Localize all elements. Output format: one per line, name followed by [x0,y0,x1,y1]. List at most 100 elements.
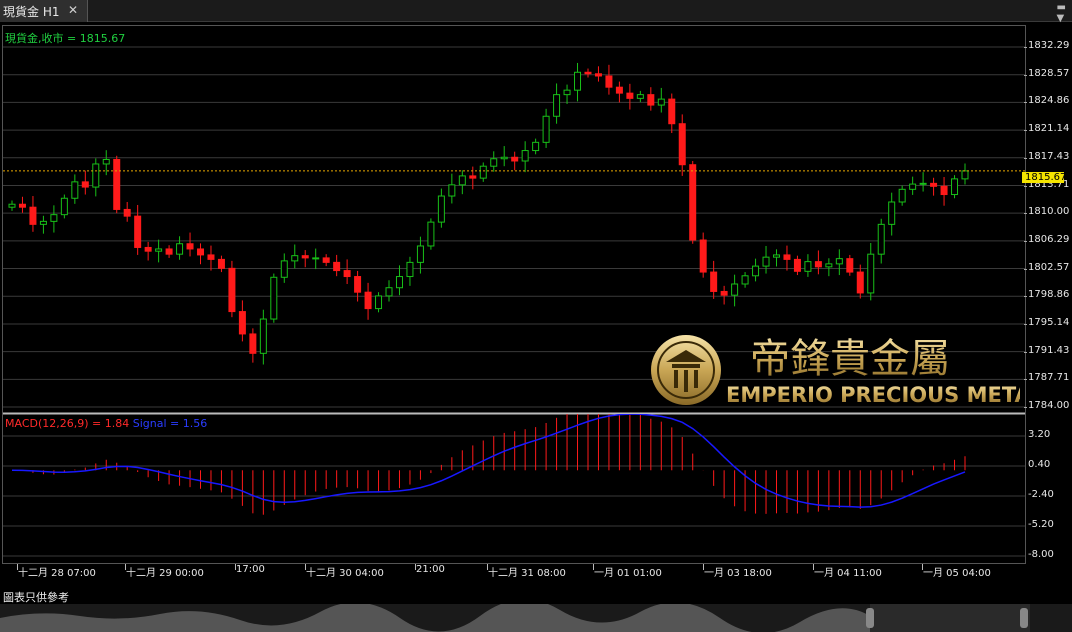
candle-body [270,276,278,320]
price-axis: 1832.29 1828.57 1824.86 1821.14 1817.43 1813.… [1024,25,1072,564]
candle-body [699,239,707,273]
price-tick-mark [1024,47,1027,48]
price-tick-label: 1787.71 [1028,372,1070,384]
candle-body [343,270,351,278]
time-tick-label: 21:00 [416,564,445,575]
candle-body [762,256,770,267]
candle-body [238,311,246,335]
tab-scroll-icon[interactable]: ▬ ▼ [1057,2,1066,24]
price-tick-mark [1024,407,1027,408]
candle-body [197,248,205,256]
macd-tick-label: 0.40 [1028,459,1051,470]
candle-body [909,183,917,190]
candle-body [312,257,320,260]
price-tick-label: 1832.29 [1028,40,1070,51]
candle-body [636,94,644,99]
price-tick-label: 1828.57 [1028,67,1070,79]
time-tick-label: 一月 05 04:00 [923,568,991,579]
price-tick-label: 1821.14 [1028,123,1070,135]
candle-body [176,243,184,255]
candle-body [930,182,938,187]
candle-body [217,258,225,269]
candle-body [416,245,424,263]
candle-body [563,89,571,96]
candle-body [39,220,47,225]
candle-body [720,290,728,296]
scroll-handle-right[interactable] [1020,608,1028,628]
macd-chart [3,414,1025,557]
time-tick-label: 十二月 28 07:00 [18,568,96,579]
candle-body [804,261,812,272]
candle-body [793,258,801,272]
time-axis: 十二月 28 07:00 十二月 29 00:00 17:00 十二月 30 04:0… [0,562,1030,579]
price-tick-label: 1810.00 [1028,206,1070,218]
candle-body [594,73,602,77]
candle-body [888,201,896,225]
candle-body [814,261,822,268]
candle-body [333,261,341,272]
candle-body [752,265,760,277]
candle-body [951,178,959,196]
time-tick-label: 十二月 31 08:00 [488,568,566,579]
candle-body [92,163,100,188]
logo-english: EMPERIO PRECIOUS METALS [726,383,1020,407]
scroll-handle-left[interactable] [866,608,874,628]
candle-body [490,158,498,167]
candle-body [469,175,477,179]
candle-body [689,164,697,241]
candle-body [846,258,854,273]
macd-tick-label: -5.20 [1028,519,1054,530]
candle-body [385,287,393,297]
candle-body [898,188,906,203]
candle-body [479,165,487,179]
candle-body [856,271,864,294]
candle-body [542,115,550,143]
candle-body [710,271,718,292]
candle-body [940,185,948,196]
candle-body [364,291,372,310]
price-tick-mark [1024,213,1027,215]
time-tick-label: 17:00 [236,564,265,575]
price-tick-label: 1791.43 [1028,344,1070,356]
candle-body [71,181,79,199]
candle-body [29,206,37,225]
disclaimer: 圖表只供參考 [3,591,69,604]
price-tick-mark [1024,74,1027,76]
candle-body [615,86,623,94]
macd-tick-label: -2.40 [1028,489,1054,500]
price-tick-label: 1802.57 [1028,261,1070,273]
candle-body [521,150,529,162]
candle-body [155,248,163,252]
candle-body [783,254,791,260]
candle-body [207,254,215,260]
candle-body [322,257,330,263]
candle-body [50,214,58,222]
candle-body [186,243,194,250]
price-tick-mark [1024,185,1027,187]
chart-scrollbar[interactable] [0,599,1072,632]
time-tick-label: 一月 01 01:00 [594,568,662,579]
macd-label: MACD(12,26,9) = 1.84 Signal = 1.56 [5,417,207,430]
macd-tick-label: -8.00 [1028,549,1054,560]
price-tick-label: 1784.00 [1028,400,1070,411]
price-tick-label: 1798.86 [1028,289,1070,301]
time-tick-label: 一月 04 11:00 [814,568,882,579]
candle-body [18,203,26,208]
price-tick-mark [1024,130,1027,132]
candle-body [772,254,780,258]
candle-body [427,221,435,247]
candle-body [553,94,561,117]
candle-body [657,98,665,106]
signal-value: Signal = 1.56 [132,417,208,430]
candle-body [731,283,739,296]
current-price-badge: 1815.67 [1022,172,1066,183]
candle-body [102,158,110,165]
candle-body [647,94,655,106]
price-tick-label: 1795.14 [1028,316,1070,328]
logo-chinese: 帝鋒貴金屬 [750,336,950,382]
candle-body [113,158,121,210]
candle-body [678,123,686,166]
price-tick-mark [1024,268,1027,270]
candle-body [165,248,173,255]
candle-body [249,333,257,354]
